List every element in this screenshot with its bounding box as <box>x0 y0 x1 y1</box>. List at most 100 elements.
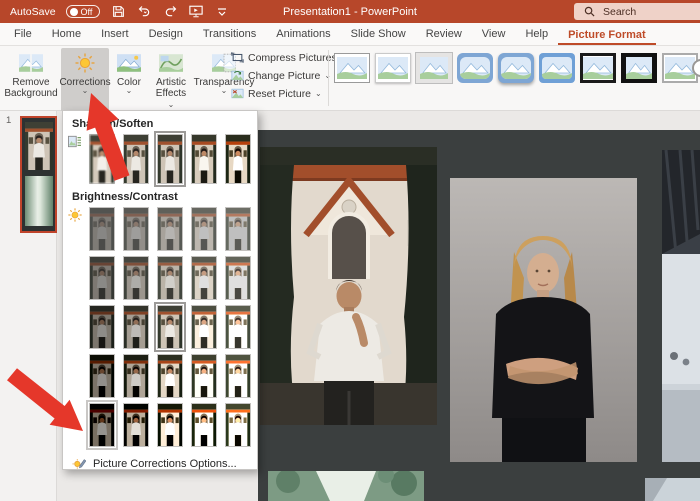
save-icon <box>112 5 125 18</box>
tab-insert[interactable]: Insert <box>91 24 139 45</box>
customize-qat-button[interactable] <box>214 4 230 20</box>
reset-picture-caret: ⌄ <box>315 89 322 98</box>
tab-help[interactable]: Help <box>515 24 558 45</box>
bc-thumb-r1c4[interactable] <box>225 256 251 300</box>
tab-design[interactable]: Design <box>139 24 193 45</box>
bc-thumb-r0c1[interactable] <box>123 207 149 251</box>
picture-corrections-options-label: Picture Corrections Options... <box>93 458 237 470</box>
slide-photo-woman[interactable] <box>450 178 637 462</box>
tab-home[interactable]: Home <box>42 24 91 45</box>
adjust-group: Remove Background Corrections ⌄ Color ⌄ … <box>3 48 253 112</box>
autosave-toggle[interactable]: Off <box>66 5 101 18</box>
reset-picture-label: Reset Picture <box>248 88 311 100</box>
picture-style-gray-frame[interactable] <box>416 53 452 83</box>
bc-thumb-r2c1[interactable] <box>123 305 149 349</box>
slide-photo-street[interactable] <box>662 150 700 462</box>
slide-1-thumbnail[interactable] <box>20 116 57 233</box>
autosave-state: Off <box>81 7 93 17</box>
thumbnail-photo-man <box>25 122 53 170</box>
sharpen-thumb-2[interactable] <box>157 134 183 184</box>
redo-button[interactable] <box>162 4 178 20</box>
change-picture-icon <box>231 70 244 81</box>
undo-button[interactable] <box>136 4 152 20</box>
titlebar: Presentation1 - PowerPoint AutoSave Off … <box>0 0 700 23</box>
picture-corrections-options[interactable]: Picture Corrections Options... <box>63 450 257 476</box>
bc-thumb-r4c0[interactable] <box>89 403 115 447</box>
bc-thumb-r2c4[interactable] <box>225 305 251 349</box>
remove-background-icon <box>18 52 44 74</box>
bc-thumb-r4c2[interactable] <box>157 403 183 447</box>
picture-style-simple[interactable] <box>334 53 370 83</box>
bc-thumb-r4c4[interactable] <box>225 403 251 447</box>
slide-1[interactable] <box>258 130 700 501</box>
tab-file[interactable]: File <box>4 24 42 45</box>
bc-thumb-r3c3[interactable] <box>191 354 217 398</box>
picture-style-rounded[interactable] <box>457 53 493 83</box>
bc-thumb-r4c1[interactable] <box>123 403 149 447</box>
undo-icon <box>137 5 152 18</box>
bc-thumb-r0c3[interactable] <box>191 207 217 251</box>
artistic-effects-button[interactable]: ArtisticEffects ⌄ <box>149 48 193 112</box>
compress-pictures-label: Compress Pictures <box>248 52 337 64</box>
artistic-effects-caret: ⌄ <box>168 100 175 109</box>
bc-thumb-r3c4[interactable] <box>225 354 251 398</box>
reset-picture-button[interactable]: Reset Picture ⌄ <box>231 86 337 101</box>
bc-thumb-r1c1[interactable] <box>123 256 149 300</box>
artistic-effects-icon <box>158 52 184 74</box>
bc-thumb-r3c0[interactable] <box>89 354 115 398</box>
tab-slide-show[interactable]: Slide Show <box>341 24 416 45</box>
remove-background-button[interactable]: Remove Background <box>3 48 59 112</box>
slide-photo-light[interactable] <box>645 478 700 501</box>
tab-view[interactable]: View <box>472 24 516 45</box>
sharpen-thumb-4[interactable] <box>225 134 251 184</box>
reset-picture-icon <box>231 88 244 99</box>
bc-thumb-r0c0[interactable] <box>89 207 115 251</box>
sharpen-thumb-1[interactable] <box>123 134 149 184</box>
search-placeholder: Search <box>603 6 636 18</box>
tab-review[interactable]: Review <box>416 24 472 45</box>
slide-photo-man[interactable] <box>260 147 437 425</box>
brightness-sun-icon <box>68 208 82 222</box>
change-picture-label: Change Picture <box>248 70 320 82</box>
corrections-button[interactable]: Corrections ⌄ <box>61 48 109 112</box>
compress-pictures-icon <box>231 52 244 63</box>
picture-style-white-mat[interactable] <box>375 53 411 83</box>
slides-panel: 1 <box>0 111 57 501</box>
change-picture-button[interactable]: Change Picture ⌄ <box>231 68 337 83</box>
tab-animations[interactable]: Animations <box>266 24 340 45</box>
picture-tools-small-buttons: Compress Pictures Change Picture ⌄ Reset… <box>231 50 337 101</box>
brightness-contrast-grid <box>89 207 251 447</box>
bc-thumb-r0c2[interactable] <box>157 207 183 251</box>
bc-thumb-r1c3[interactable] <box>191 256 217 300</box>
bc-thumb-r2c2[interactable] <box>157 305 183 349</box>
tab-transitions[interactable]: Transitions <box>193 24 266 45</box>
bc-thumb-r2c0[interactable] <box>89 305 115 349</box>
picture-style-thick-black-frame[interactable] <box>621 53 657 83</box>
tab-picture-format[interactable]: Picture Format <box>558 25 656 46</box>
search-input[interactable]: Search <box>574 3 700 20</box>
bc-thumb-r4c3[interactable] <box>191 403 217 447</box>
color-button[interactable]: Color ⌄ <box>111 48 147 112</box>
picture-styles-gallery <box>334 53 698 83</box>
bc-thumb-r1c2[interactable] <box>157 256 183 300</box>
bc-thumb-r3c2[interactable] <box>157 354 183 398</box>
compress-pictures-button[interactable]: Compress Pictures <box>231 50 337 65</box>
bc-thumb-r0c4[interactable] <box>225 207 251 251</box>
save-button[interactable] <box>110 4 126 20</box>
sharpen-thumb-0[interactable] <box>89 134 115 184</box>
sharpen-thumb-3[interactable] <box>191 134 217 184</box>
slide-photo-forest[interactable] <box>268 471 424 501</box>
picture-style-soft-shadow[interactable] <box>498 53 534 83</box>
corrections-dropdown-caret: ⌄ <box>82 88 89 94</box>
bc-thumb-r3c1[interactable] <box>123 354 149 398</box>
artistic-effects-label-2: Effects <box>156 88 186 99</box>
autosave-label: AutoSave <box>10 6 56 18</box>
sharpen-gallery-icon <box>68 135 81 148</box>
picture-style-black-frame[interactable] <box>580 53 616 83</box>
slideshow-icon <box>189 5 203 18</box>
bc-thumb-r2c3[interactable] <box>191 305 217 349</box>
bc-thumb-r1c0[interactable] <box>89 256 115 300</box>
picture-corrections-options-icon <box>72 457 86 470</box>
picture-style-rounded-dark[interactable] <box>539 53 575 83</box>
start-slideshow-button[interactable] <box>188 4 204 20</box>
